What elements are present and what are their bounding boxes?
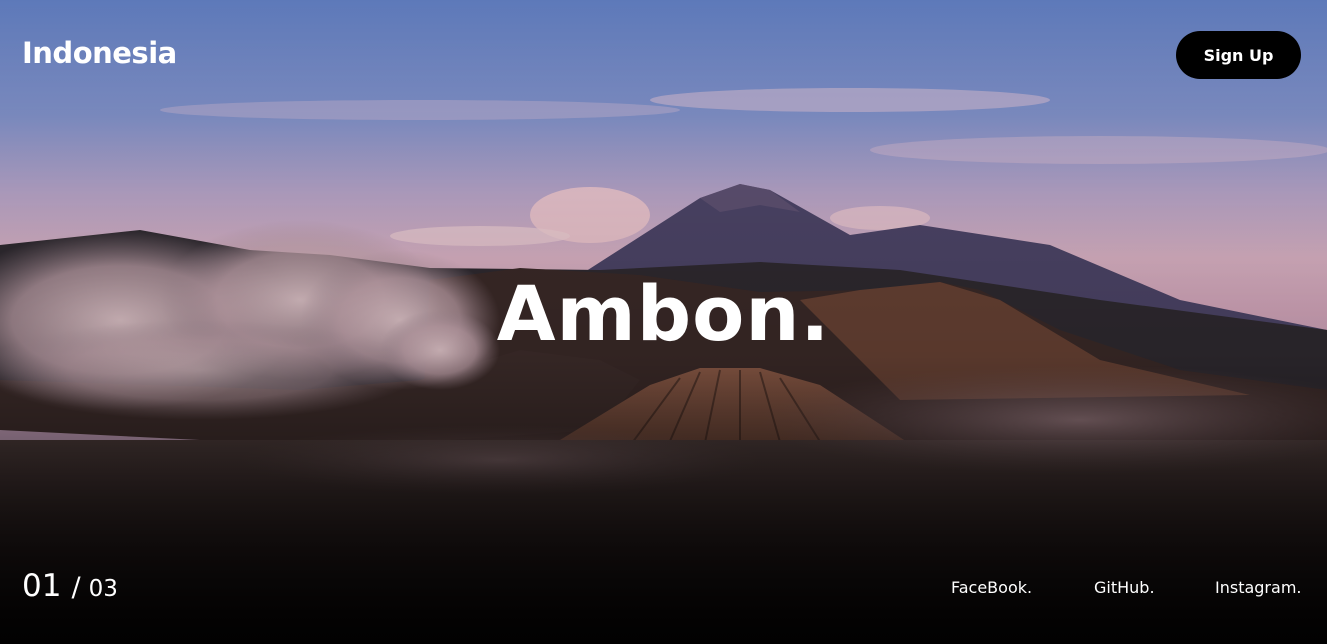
sign-up-button[interactable]: Sign Up bbox=[1176, 31, 1301, 79]
facebook-link[interactable]: FaceBook. bbox=[951, 578, 1032, 597]
instagram-link[interactable]: Instagram. bbox=[1215, 578, 1301, 597]
slide-separator: / bbox=[71, 572, 81, 603]
slide-total: 03 bbox=[88, 576, 118, 602]
slide-counter: 01 / 03 bbox=[22, 568, 118, 604]
brand-logo[interactable]: Indonesia bbox=[22, 36, 177, 70]
hero-title: Ambon. bbox=[496, 269, 831, 358]
slide-current: 01 bbox=[22, 568, 62, 604]
github-link[interactable]: GitHub. bbox=[1094, 578, 1155, 597]
